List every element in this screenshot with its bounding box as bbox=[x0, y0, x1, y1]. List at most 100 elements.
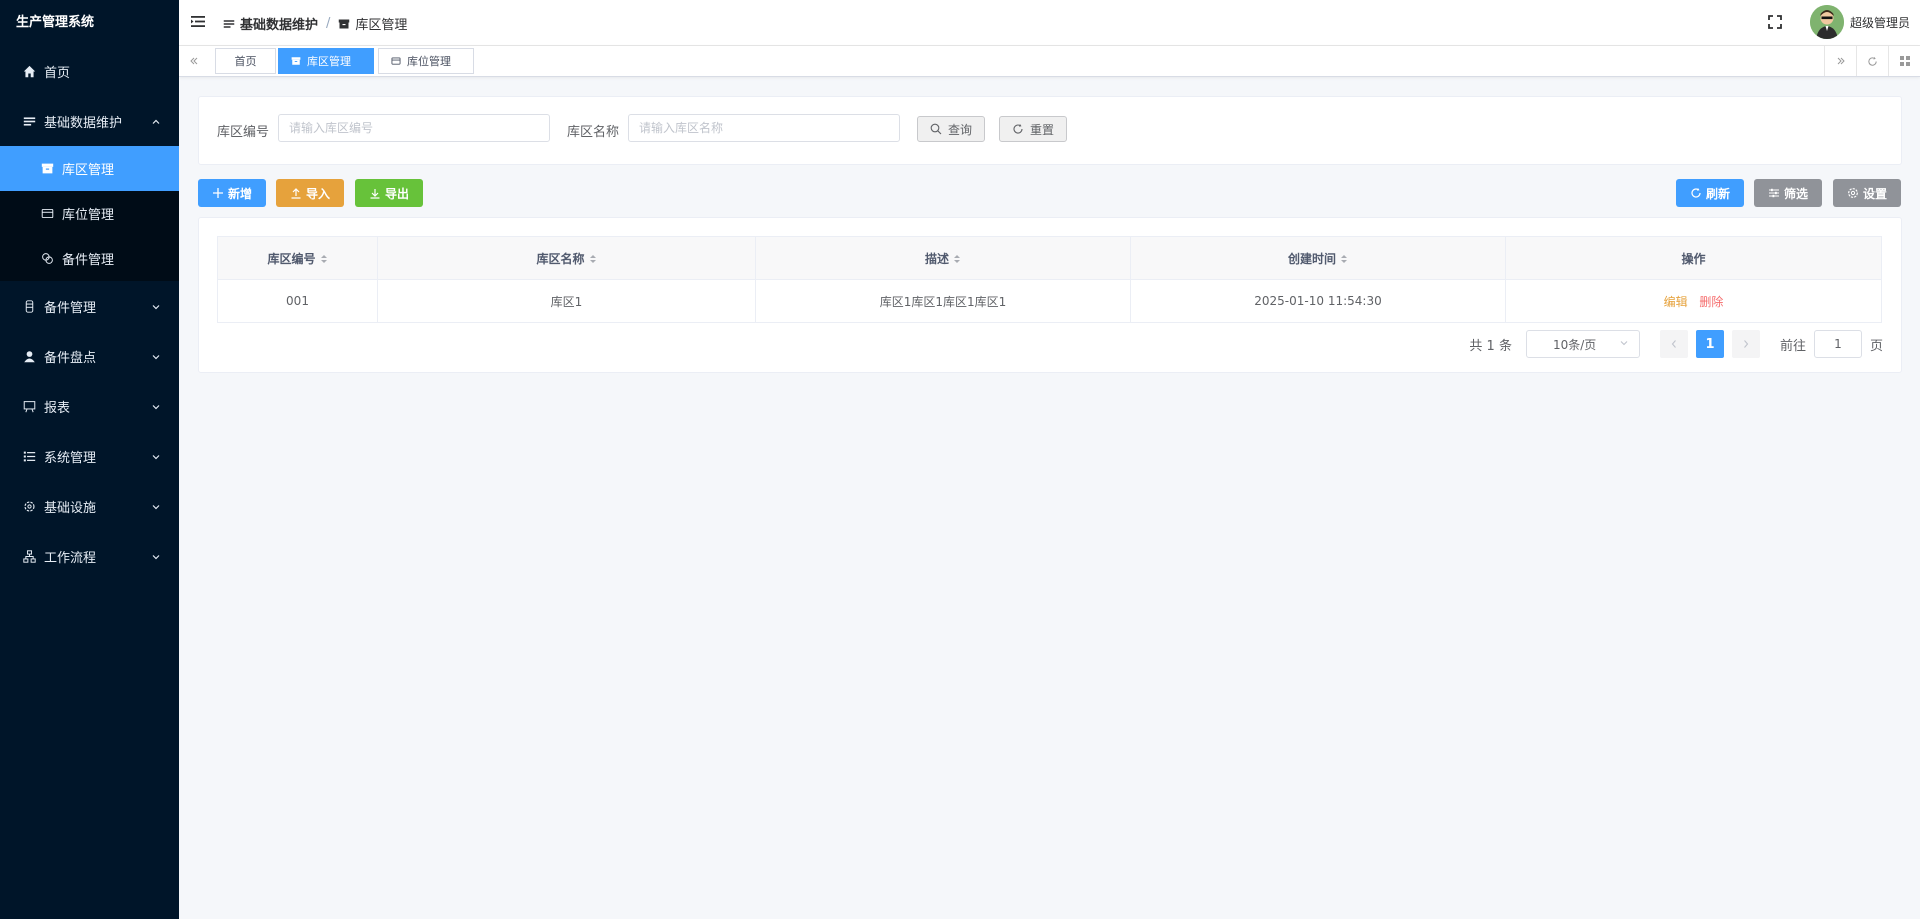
page-size-select[interactable]: 10条/页 bbox=[1525, 330, 1640, 358]
next-page-button[interactable] bbox=[1731, 330, 1760, 358]
edit-link[interactable]: 编辑 bbox=[1664, 295, 1688, 309]
query-button-label: 查询 bbox=[948, 122, 973, 137]
top-header: 基础数据维护 / 库区管理 超级管理员 bbox=[179, 0, 1920, 46]
area-name-input[interactable]: 请输入库区名称 bbox=[628, 114, 900, 142]
tag-home[interactable]: 首页 bbox=[215, 48, 276, 74]
grid-icon[interactable] bbox=[1888, 46, 1920, 76]
sidebar: 生产管理系统 首页 基础数据维护 库区管理 库位管理 备件管理 备件管理 备件盘… bbox=[0, 0, 179, 919]
sidebar-item-label: 首页 bbox=[44, 65, 71, 81]
tag-label: 库位管理 bbox=[407, 55, 451, 68]
data-table: 库区编号 库区名称 描述 创建时间 操作 001 库区1 库区1库区1库区1库区… bbox=[217, 236, 1882, 323]
tag-label: 首页 bbox=[234, 55, 257, 68]
sidebar-item-system[interactable]: 系统管理 bbox=[0, 431, 179, 481]
user-icon bbox=[22, 349, 36, 363]
parts-icon bbox=[22, 299, 36, 313]
hamburger-icon[interactable] bbox=[191, 15, 207, 29]
cell-code: 001 bbox=[217, 279, 378, 323]
column-header-code[interactable]: 库区编号 bbox=[217, 236, 378, 280]
chevron-down-icon bbox=[151, 451, 161, 461]
refresh-icon[interactable] bbox=[1856, 46, 1888, 76]
header-user-area: 超级管理员 bbox=[1768, 5, 1910, 39]
tag-location[interactable]: 库位管理 bbox=[378, 48, 474, 74]
refresh-button-label: 刷新 bbox=[1706, 186, 1731, 201]
add-button[interactable]: 新增 bbox=[198, 179, 267, 207]
sidebar-item-label: 基础设施 bbox=[44, 500, 97, 516]
goto-prefix: 前往 bbox=[1779, 338, 1806, 354]
sidebar-item-label: 基础数据维护 bbox=[44, 115, 123, 131]
prev-page-button[interactable] bbox=[1659, 330, 1688, 358]
sidebar-item-home[interactable]: 首页 bbox=[0, 46, 179, 96]
chevron-down-icon bbox=[151, 501, 161, 511]
sidebar-item-area[interactable]: 库区管理 bbox=[0, 146, 179, 191]
list-bullets-icon bbox=[22, 449, 36, 463]
add-button-label: 新增 bbox=[228, 186, 253, 201]
column-header-name[interactable]: 库区名称 bbox=[377, 236, 756, 280]
flow-icon bbox=[22, 549, 36, 563]
sidebar-item-spare-parts[interactable]: 备件管理 bbox=[0, 281, 179, 331]
page-number-current[interactable]: 1 bbox=[1695, 330, 1724, 358]
sidebar-item-workflow[interactable]: 工作流程 bbox=[0, 531, 179, 581]
table-header-row: 库区编号 库区名称 描述 创建时间 操作 bbox=[217, 236, 1882, 280]
sidebar-item-basic-data[interactable]: 基础数据维护 bbox=[0, 96, 179, 146]
sort-icon[interactable] bbox=[1340, 253, 1348, 265]
sort-icon[interactable] bbox=[320, 253, 328, 265]
breadcrumb-item[interactable]: 基础数据维护 bbox=[240, 14, 318, 33]
fullscreen-icon[interactable] bbox=[1768, 15, 1782, 29]
chevron-down-icon bbox=[151, 351, 161, 361]
reset-button[interactable]: 重置 bbox=[999, 116, 1068, 142]
page-size-value: 10条/页 bbox=[1552, 337, 1597, 352]
pagination: 共 1 条 10条/页 1 前往 1 页 bbox=[1469, 330, 1883, 358]
cell-name: 库区1 bbox=[377, 279, 756, 323]
sidebar-item-label: 备件管理 bbox=[44, 300, 97, 316]
sidebar-item-label: 报表 bbox=[44, 400, 71, 416]
column-header-created[interactable]: 创建时间 bbox=[1130, 236, 1506, 280]
import-button[interactable]: 导入 bbox=[276, 179, 345, 207]
area-code-input[interactable]: 请输入库区编号 bbox=[278, 114, 550, 142]
filter-button[interactable]: 筛选 bbox=[1754, 179, 1823, 207]
double-chevron-left-icon[interactable] bbox=[183, 46, 205, 76]
column-header-desc[interactable]: 描述 bbox=[755, 236, 1131, 280]
sidebar-item-spare-parts-sub[interactable]: 备件管理 bbox=[0, 236, 179, 281]
list-icon bbox=[22, 114, 36, 128]
refresh-icon bbox=[1012, 123, 1024, 135]
sort-icon[interactable] bbox=[589, 253, 597, 265]
report-icon bbox=[22, 399, 36, 413]
gear-icon bbox=[22, 499, 36, 513]
chevron-up-icon bbox=[151, 116, 161, 126]
username[interactable]: 超级管理员 bbox=[1850, 14, 1910, 31]
filter-button-label: 筛选 bbox=[1784, 186, 1809, 201]
home-icon bbox=[22, 64, 36, 78]
tags-view-bar: 首页 库区管理 库位管理 bbox=[179, 46, 1920, 77]
export-button[interactable]: 导出 bbox=[355, 179, 424, 207]
settings-button-label: 设置 bbox=[1863, 186, 1888, 201]
import-button-label: 导入 bbox=[306, 186, 331, 201]
card-icon bbox=[40, 207, 54, 221]
tag-tools bbox=[1824, 46, 1920, 76]
pagination-total: 共 1 条 bbox=[1469, 338, 1512, 354]
breadcrumb: 基础数据维护 / 库区管理 bbox=[223, 14, 407, 33]
delete-link[interactable]: 删除 bbox=[1699, 295, 1723, 309]
sidebar-item-infrastructure[interactable]: 基础设施 bbox=[0, 481, 179, 531]
sidebar-item-location[interactable]: 库位管理 bbox=[0, 191, 179, 236]
sidebar-item-label: 备件管理 bbox=[62, 253, 115, 268]
sidebar-item-label: 工作流程 bbox=[44, 550, 97, 566]
tag-label: 库区管理 bbox=[307, 55, 351, 68]
settings-button[interactable]: 设置 bbox=[1833, 179, 1902, 207]
chevron-down-icon bbox=[1619, 337, 1629, 351]
sidebar-item-reports[interactable]: 报表 bbox=[0, 381, 179, 431]
box-icon bbox=[338, 18, 350, 30]
data-table-card: 库区编号 库区名称 描述 创建时间 操作 001 库区1 库区1库区1库区1库区… bbox=[198, 217, 1902, 373]
tag-area[interactable]: 库区管理 bbox=[278, 48, 374, 74]
sidebar-item-inventory[interactable]: 备件盘点 bbox=[0, 331, 179, 381]
link-icon bbox=[40, 252, 54, 266]
query-button[interactable]: 查询 bbox=[917, 116, 986, 142]
double-chevron-right-icon[interactable] bbox=[1824, 46, 1856, 76]
export-button-label: 导出 bbox=[385, 186, 410, 201]
goto-page-input[interactable]: 1 bbox=[1813, 330, 1862, 358]
refresh-button[interactable]: 刷新 bbox=[1676, 179, 1745, 207]
avatar[interactable] bbox=[1809, 5, 1844, 39]
sidebar-item-label: 系统管理 bbox=[44, 450, 97, 466]
sort-icon[interactable] bbox=[953, 253, 961, 265]
cell-actions: 编辑 删除 bbox=[1505, 279, 1882, 323]
sidebar-item-label: 库位管理 bbox=[62, 208, 115, 223]
